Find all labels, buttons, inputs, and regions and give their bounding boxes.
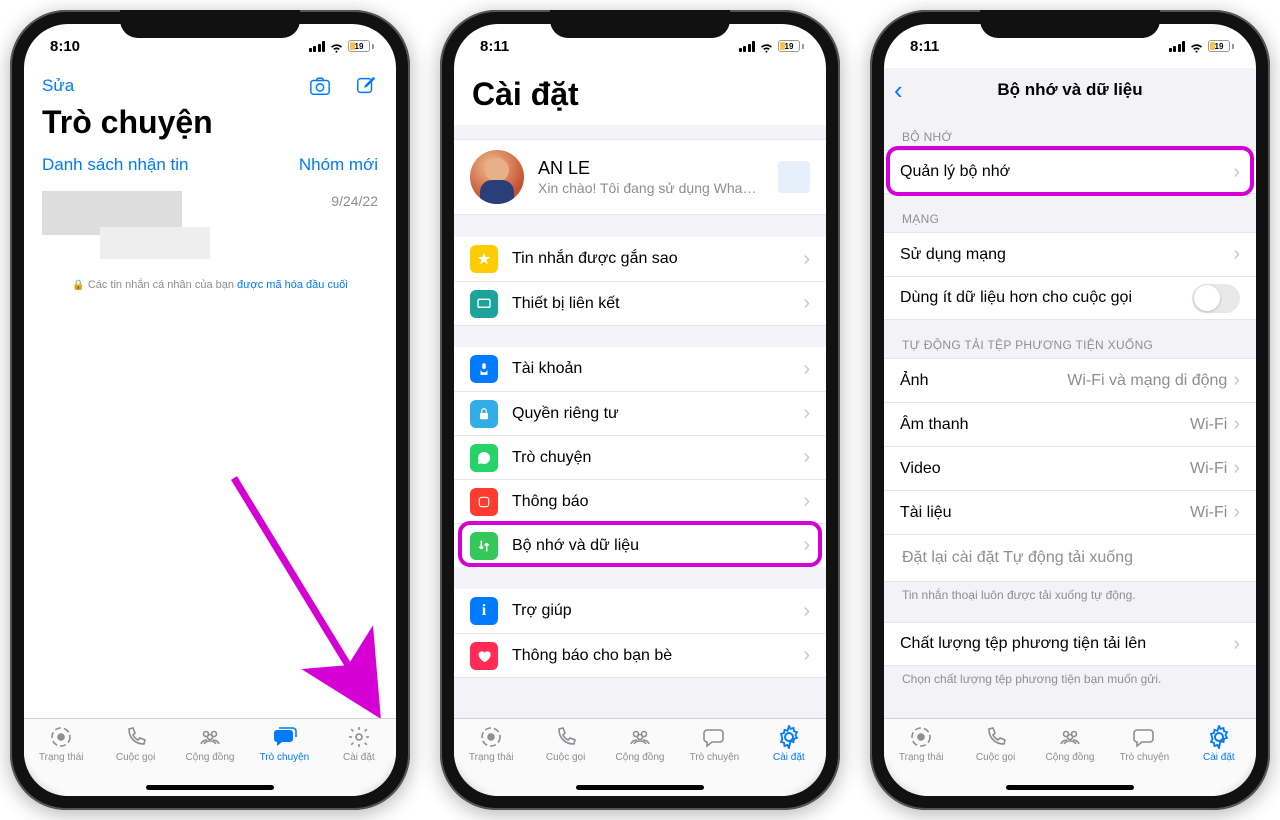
profile-status: Xin chào! Tôi đang sử dụng Wha… — [538, 180, 764, 196]
camera-icon[interactable] — [308, 75, 332, 97]
chevron-icon: › — [803, 600, 810, 623]
wifi-icon — [759, 39, 774, 54]
cell-storage[interactable]: Bộ nhớ và dữ liệu› — [454, 523, 826, 567]
cell-notifications[interactable]: Thông báo› — [454, 479, 826, 523]
tab-settings[interactable]: Cài đặt — [752, 719, 826, 778]
cellular-icon — [739, 41, 756, 52]
tab-calls[interactable]: Cuộc gọi — [528, 719, 602, 778]
cell-less-data[interactable]: Dùng ít dữ liệu hơn cho cuộc gọi — [884, 276, 1256, 320]
tab-status[interactable]: Trạng thái — [884, 719, 958, 778]
chevron-icon: › — [1233, 633, 1240, 656]
chevron-icon: › — [803, 446, 810, 469]
cell-reset-autodl[interactable]: Đặt lại cài đặt Tự động tải xuống — [884, 534, 1256, 582]
tab-status[interactable]: Trạng thái — [454, 719, 528, 778]
page-title: Trò chuyện — [24, 102, 396, 151]
tab-chats[interactable]: Trò chuyện — [247, 719, 321, 778]
home-indicator — [1006, 785, 1134, 790]
tab-chats[interactable]: Trò chuyện — [1107, 719, 1181, 778]
section-header-autodl: TỰ ĐỘNG TẢI TỆP PHƯƠNG TIỆN XUỐNG — [884, 320, 1256, 358]
battery-icon: 19 — [778, 40, 804, 52]
qr-icon[interactable] — [778, 161, 810, 193]
tab-chats[interactable]: Trò chuyện — [677, 719, 751, 778]
cell-network-usage[interactable]: Sử dụng mạng› — [884, 232, 1256, 276]
cell-privacy[interactable]: Quyền riêng tư› — [454, 391, 826, 435]
phone-3: 8:11 19 ‹ Bộ nhớ và dữ liệu BỘ NHỚ Quản … — [870, 10, 1270, 810]
cell-upload-quality[interactable]: Chất lượng tệp phương tiện tải lên› — [884, 622, 1256, 666]
status-time: 8:11 — [480, 38, 509, 55]
status-time: 8:11 — [910, 38, 939, 55]
section-header-storage: BỘ NHỚ — [884, 112, 1256, 150]
cell-starred[interactable]: Tin nhắn được gắn sao› — [454, 237, 826, 281]
cell-manage-storage[interactable]: Quản lý bộ nhớ› — [884, 150, 1256, 194]
tab-calls[interactable]: Cuộc gọi — [958, 719, 1032, 778]
phone-1: 8:10 19 Sửa Trò chuyện Danh sách nhận ti… — [10, 10, 410, 810]
chevron-icon: › — [803, 402, 810, 425]
home-indicator — [576, 785, 704, 790]
status-time: 8:10 — [50, 38, 80, 55]
chevron-icon: › — [803, 358, 810, 381]
chevron-icon: › — [803, 248, 810, 271]
tab-status[interactable]: Trạng thái — [24, 719, 98, 778]
chevron-icon: › — [1233, 161, 1240, 184]
chat-date: 9/24/22 — [331, 191, 378, 209]
avatar — [470, 150, 524, 204]
chevron-icon: › — [1233, 369, 1240, 392]
annotation-arrow — [214, 458, 394, 718]
section-header-network: MẠNG — [884, 194, 1256, 232]
profile-cell[interactable]: AN LE Xin chào! Tôi đang sử dụng Wha… — [454, 139, 826, 215]
notch — [550, 10, 730, 38]
note-voice: Tin nhắn thoại luôn được tải xuống tự độ… — [884, 582, 1256, 602]
battery-icon: 19 — [1208, 40, 1234, 52]
wifi-icon — [1189, 39, 1204, 54]
cell-linked[interactable]: Thiết bị liên kết› — [454, 281, 826, 325]
tab-settings[interactable]: Cài đặt — [322, 719, 396, 778]
broadcast-lists-link[interactable]: Danh sách nhận tin — [42, 155, 189, 175]
chat-row[interactable]: 9/24/22 — [24, 185, 396, 265]
tab-calls[interactable]: Cuộc gọi — [98, 719, 172, 778]
battery-icon: 19 — [348, 40, 374, 52]
encryption-note: 🔒Các tin nhắn cá nhân của bạn được mã hó… — [24, 265, 396, 305]
compose-icon[interactable] — [354, 75, 378, 97]
wifi-icon — [329, 39, 344, 54]
chevron-icon: › — [1233, 501, 1240, 524]
redacted-text — [100, 227, 210, 259]
notch — [120, 10, 300, 38]
tab-community[interactable]: Cộng đồng — [1033, 719, 1107, 778]
home-indicator — [146, 785, 274, 790]
chevron-icon: › — [803, 292, 810, 315]
lock-icon: 🔒 — [72, 280, 84, 291]
chevron-icon: › — [803, 534, 810, 557]
cell-audio[interactable]: Âm thanhWi-Fi› — [884, 402, 1256, 446]
cellular-icon — [1169, 41, 1186, 52]
cell-chats[interactable]: Trò chuyện› — [454, 435, 826, 479]
chevron-icon: › — [1233, 243, 1240, 266]
cell-account[interactable]: Tài khoản› — [454, 347, 826, 391]
page-title: Cài đặt — [454, 68, 826, 123]
phone-2: 8:11 19 Cài đặt AN LE Xin chào! Tôi đang… — [440, 10, 840, 810]
notch — [980, 10, 1160, 38]
chevron-icon: › — [1233, 457, 1240, 480]
cell-help[interactable]: iTrợ giúp› — [454, 589, 826, 633]
note-quality: Chọn chất lượng tệp phương tiện bạn muốn… — [884, 666, 1256, 686]
cell-video[interactable]: VideoWi-Fi› — [884, 446, 1256, 490]
back-button[interactable]: ‹ — [894, 75, 903, 106]
profile-name: AN LE — [538, 158, 764, 179]
toggle-less-data[interactable] — [1192, 284, 1240, 313]
chevron-icon: › — [1233, 413, 1240, 436]
tab-settings[interactable]: Cài đặt — [1182, 719, 1256, 778]
new-group-link[interactable]: Nhóm mới — [299, 155, 378, 175]
chevron-icon: › — [803, 490, 810, 513]
cellular-icon — [309, 41, 326, 52]
nav-title: Bộ nhớ và dữ liệu — [997, 80, 1142, 100]
chevron-icon: › — [803, 644, 810, 667]
tab-community[interactable]: Cộng đồng — [603, 719, 677, 778]
cell-tell-friend[interactable]: Thông báo cho bạn bè› — [454, 633, 826, 677]
cell-docs[interactable]: Tài liệuWi-Fi› — [884, 490, 1256, 534]
tab-community[interactable]: Cộng đồng — [173, 719, 247, 778]
encryption-link[interactable]: được mã hóa đầu cuối — [237, 279, 348, 291]
cell-photos[interactable]: ẢnhWi-Fi và mạng di động› — [884, 358, 1256, 402]
edit-button[interactable]: Sửa — [42, 76, 74, 96]
